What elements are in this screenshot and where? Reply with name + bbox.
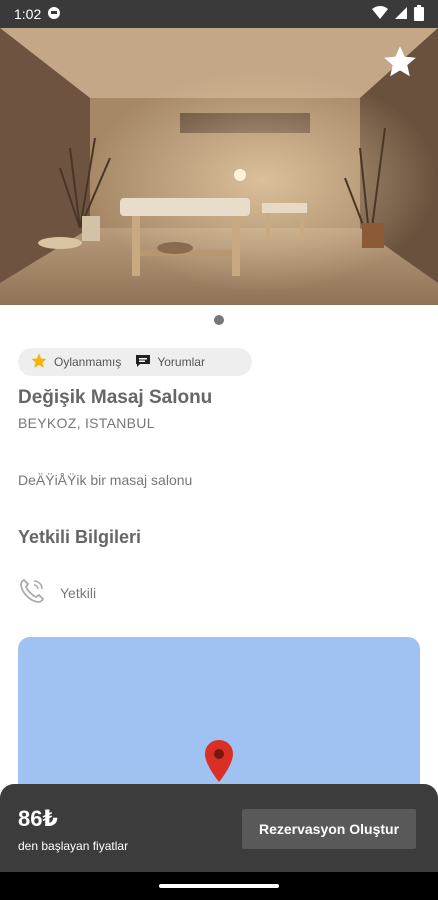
price-value: 86₺	[18, 806, 58, 831]
system-nav-bar	[0, 872, 438, 900]
favorite-button[interactable]	[378, 40, 422, 84]
salon-description: DeÄŸiÅŸik bir masaj salonu	[18, 472, 193, 488]
image-pager	[0, 315, 438, 325]
reviews-label: Yorumlar	[157, 355, 205, 369]
home-gesture-handle[interactable]	[159, 884, 279, 888]
rating-chip[interactable]: Oylanmamış	[30, 352, 121, 373]
wifi-icon	[372, 5, 388, 23]
signal-icon	[394, 6, 408, 23]
star-icon	[381, 43, 419, 81]
status-bar: 1:02	[0, 0, 438, 28]
rating-label: Oylanmamış	[54, 355, 122, 369]
star-icon	[30, 352, 48, 373]
booking-bar: 86₺ den başlayan fiyatlar Rezervasyon Ol…	[0, 784, 438, 872]
comment-icon	[135, 353, 151, 372]
salon-name: Değişik Masaj Salonu	[18, 387, 213, 408]
reviews-chip[interactable]: Yorumlar	[135, 353, 205, 372]
notification-icon	[47, 6, 61, 23]
map-pin-icon[interactable]	[204, 739, 234, 788]
pager-dot-active[interactable]	[214, 315, 224, 325]
rating-chips: Oylanmamış Yorumlar	[18, 348, 252, 376]
contact-label: Yetkili	[60, 584, 97, 601]
authorized-contact[interactable]: Yetkili	[18, 577, 96, 608]
create-reservation-button[interactable]: Rezervasyon Oluştur	[242, 809, 416, 849]
hero-image[interactable]	[0, 28, 438, 305]
salon-location: BEYKOZ, ISTANBUL	[18, 415, 155, 431]
price-caption: den başlayan fiyatlar	[18, 839, 129, 853]
phone-icon	[18, 577, 46, 608]
battery-icon	[414, 4, 424, 24]
status-time: 1:02	[14, 6, 42, 22]
authorized-section-title: Yetkili Bilgileri	[18, 527, 142, 547]
